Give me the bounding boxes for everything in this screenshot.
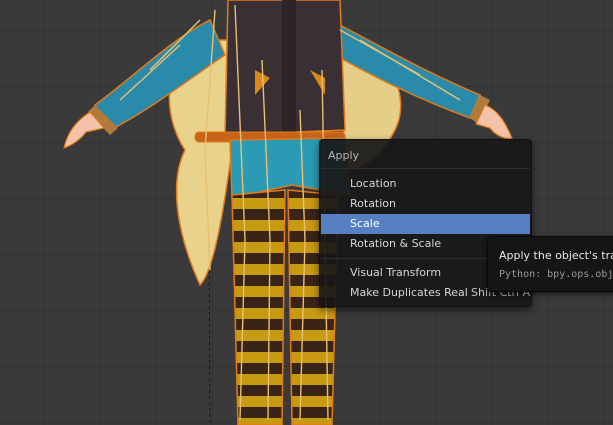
torso-placket (282, 0, 296, 135)
menu-title: Apply (328, 149, 360, 162)
menu-item-label: Visual Transform (350, 266, 442, 279)
menu-item-label: Scale (350, 217, 380, 230)
menu-item-scale[interactable]: Scale (321, 214, 530, 234)
menu-item-label: Rotation & Scale (350, 237, 442, 250)
menu-item-label: Make Duplicates Real (350, 286, 468, 299)
3d-viewport[interactable]: Apply Location Rotation Scale Rotation &… (0, 0, 613, 425)
left-leg (231, 189, 286, 425)
menu-item-label: Rotation (350, 197, 397, 210)
tooltip: Apply the object's transformation to its… (487, 236, 613, 292)
menu-item-rotation[interactable]: Rotation (321, 194, 530, 214)
menu-item-label: Location (350, 177, 397, 190)
tooltip-description: Apply the object's transformation to its… (499, 249, 613, 262)
menu-separator (321, 168, 530, 169)
menu-item-location[interactable]: Location (321, 174, 530, 194)
tooltip-python: Python: bpy.ops.object.transform_apply(s… (499, 269, 613, 280)
